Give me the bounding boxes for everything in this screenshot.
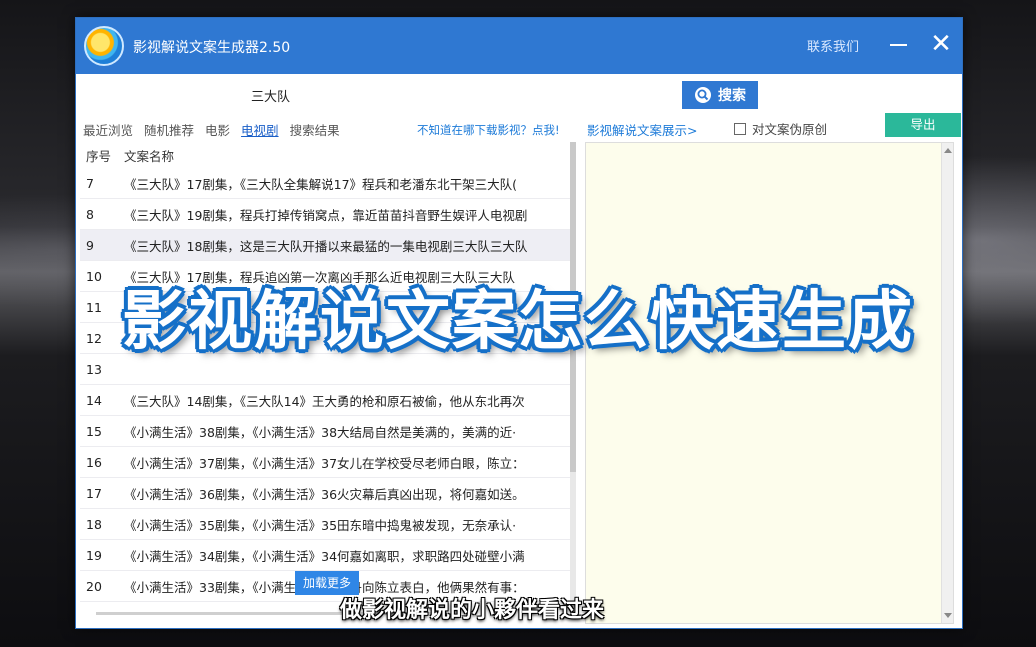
category-nav: 最近浏览 随机推荐 电影 电视剧 搜索结果 xyxy=(83,120,340,140)
search-icon xyxy=(695,87,711,103)
script-display-panel[interactable] xyxy=(585,142,954,624)
row-number: 16 xyxy=(86,454,102,470)
table-row[interactable]: 17 《小满生活》36剧集，《小满生活》36火灾幕后真凶出现，将何嘉如送。 xyxy=(80,478,570,509)
row-number: 14 xyxy=(86,392,102,408)
table-row[interactable]: 19 《小满生活》34剧集，《小满生活》34何嘉如离职，求职路四处碰壁小满 xyxy=(80,540,570,571)
row-title: 《三大队》14剧集，《三大队14》王大勇的枪和原石被偷，他从东北再次 xyxy=(124,393,525,409)
minimize-button[interactable] xyxy=(884,30,914,60)
header-name: 文案名称 xyxy=(124,148,175,164)
pseudo-original-checkbox[interactable]: 对文案伪原创 xyxy=(734,119,827,138)
window-title: 影视解说文案生成器2.50 xyxy=(133,40,291,56)
checkbox-label: 对文案伪原创 xyxy=(752,122,828,137)
row-number: 7 xyxy=(86,175,94,191)
contact-us-link[interactable]: 联系我们 xyxy=(807,36,859,55)
row-title: 《小满生活》36剧集，《小满生活》36火灾幕后真凶出现，将何嘉如送。 xyxy=(124,486,525,502)
table-row[interactable]: 8 《三大队》19剧集，程兵打掉传销窝点，靠近苗苗抖音野生娱评人电视剧 xyxy=(80,199,570,230)
checkbox-box[interactable] xyxy=(734,122,746,135)
row-title: 《小满生活》37剧集，《小满生活》37女儿在学校受尽老师白眼，陈立： xyxy=(124,455,525,471)
panel-title-link[interactable]: 影视解说文案展示> xyxy=(587,120,697,139)
table-row[interactable]: 9 《三大队》18剧集，这是三大队开播以来最猛的一集电视剧三大队三大队 xyxy=(80,230,570,261)
video-overlay-title: 影视解说文案怎么快速生成 xyxy=(122,285,914,359)
panel-scrollbar[interactable] xyxy=(941,143,953,623)
scroll-down-icon[interactable] xyxy=(944,613,952,618)
row-title: 《三大队》17剧集，《三大队全集解说17》程兵和老潘东北干架三大队( xyxy=(124,176,517,192)
video-subtitle: 做影视解说的小夥伴看过来 xyxy=(340,598,605,623)
download-hint-link[interactable]: 不知道在哪下载影视？点我! xyxy=(417,122,560,138)
row-number: 18 xyxy=(86,516,102,532)
table-row[interactable]: 15 《小满生活》38剧集，《小满生活》38大结局自然是美满的，美满的近· xyxy=(80,416,570,447)
row-number: 15 xyxy=(86,423,102,439)
row-number: 13 xyxy=(86,361,102,377)
row-number: 20 xyxy=(86,578,102,594)
search-input[interactable] xyxy=(248,82,680,108)
nav-item-random[interactable]: 随机推荐 xyxy=(144,120,194,140)
list-header: 序号 文案名称 xyxy=(80,142,570,168)
export-button[interactable]: 导出 xyxy=(885,113,961,137)
nav-item-recent[interactable]: 最近浏览 xyxy=(83,120,133,140)
row-number: 8 xyxy=(86,206,94,222)
close-button[interactable]: ✕ xyxy=(926,29,956,59)
row-title: 《小满生活》34剧集，《小满生活》34何嘉如离职，求职路四处碰壁小满 xyxy=(124,548,525,564)
row-title: 《三大队》19剧集，程兵打掉传销窝点，靠近苗苗抖音野生娱评人电视剧 xyxy=(124,207,528,223)
list-scrollbar[interactable] xyxy=(570,142,576,608)
row-number: 19 xyxy=(86,547,102,563)
row-title: 《小满生活》35剧集，《小满生活》35田东暗中捣鬼被发现，无奈承认· xyxy=(124,517,517,533)
script-list: 序号 文案名称 7 《三大队》17剧集，《三大队全集解说17》程兵和老潘东北干架三… xyxy=(80,142,570,608)
table-row[interactable]: 16 《小满生活》37剧集，《小满生活》37女儿在学校受尽老师白眼，陈立： xyxy=(80,447,570,478)
row-number: 9 xyxy=(86,237,94,253)
nav-item-search-results[interactable]: 搜索结果 xyxy=(290,120,340,140)
nav-item-movie[interactable]: 电影 xyxy=(205,120,230,140)
table-row[interactable]: 7 《三大队》17剧集，《三大队全集解说17》程兵和老潘东北干架三大队( xyxy=(80,168,570,199)
row-title: 《小满生活》38剧集，《小满生活》38大结局自然是美满的，美满的近· xyxy=(124,424,517,440)
app-logo-icon xyxy=(84,26,124,66)
search-button-label: 搜索 xyxy=(718,87,746,103)
row-number: 17 xyxy=(86,485,102,501)
nav-item-tv[interactable]: 电视剧 xyxy=(241,120,279,140)
title-bar: 影视解说文案生成器2.50 联系我们 ✕ xyxy=(76,18,962,74)
row-title: 《三大队》18剧集，这是三大队开播以来最猛的一集电视剧三大队三大队 xyxy=(124,238,528,254)
table-row[interactable]: 18 《小满生活》35剧集，《小满生活》35田东暗中捣鬼被发现，无奈承认· xyxy=(80,509,570,540)
header-number: 序号 xyxy=(86,148,112,164)
scroll-up-icon[interactable] xyxy=(944,148,952,153)
search-button[interactable]: 搜索 xyxy=(682,81,758,109)
table-row[interactable]: 14 《三大队》14剧集，《三大队14》王大勇的枪和原石被偷，他从东北再次 xyxy=(80,385,570,416)
